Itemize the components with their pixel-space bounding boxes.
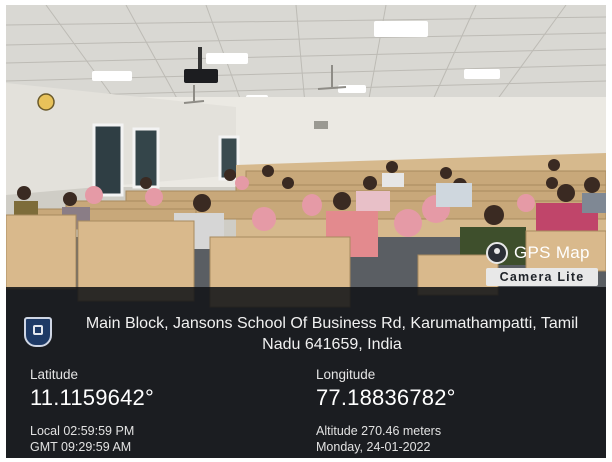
photo-frame: GPS Map Camera Lite Main Block, Jansons … [6,5,606,458]
wall-clock [37,93,55,111]
longitude-label: Longitude [316,367,376,382]
date: Monday, 24-01-2022 [316,440,431,454]
badge-title-row: GPS Map [486,241,598,265]
badge-title: GPS Map [514,243,590,262]
latitude-value: 11.1159642° [30,385,154,410]
projector-mount [198,47,202,71]
speaker [314,121,328,129]
gps-pin-icon [486,242,508,264]
geo-overlay: Main Block, Jansons School Of Business R… [6,287,606,458]
projector [184,69,218,83]
latitude-label: Latitude [30,367,79,382]
local-time: Local 02:59:59 PM [30,424,135,438]
longitude-value: 77.18836782° [316,385,456,410]
gmt-time: GMT 09:29:59 AM [30,440,132,454]
badge-subtitle: Camera Lite [486,268,598,286]
altitude: Altitude 270.46 meters [316,424,442,438]
address-text: Main Block, Jansons School Of Business R… [85,315,579,353]
school-logo-icon [24,317,52,347]
